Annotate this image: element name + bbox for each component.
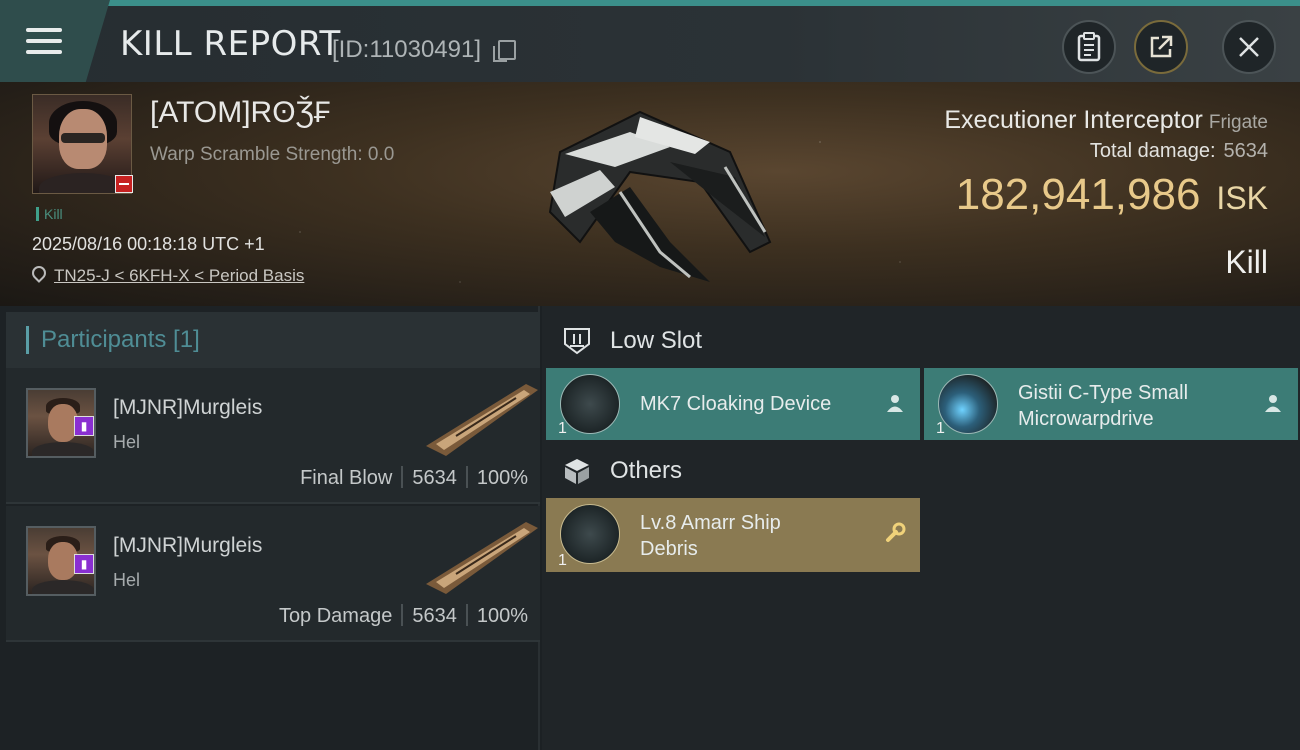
kill-tag: Kill xyxy=(36,206,63,222)
close-icon xyxy=(1239,37,1259,57)
participant-name: [MJNR]Murgleis xyxy=(113,396,263,419)
victim-ship-name: Executioner Interceptor Frigate xyxy=(944,106,1268,134)
report-id: [ID:11030491] xyxy=(332,36,482,63)
victim-name: [ATOM]RʘǮ₣ xyxy=(150,96,331,129)
item-name: Gistii C-Type Small Microwarpdrive xyxy=(1018,382,1189,430)
kill-datetime: 2025/08/16 00:18:18 UTC +1 xyxy=(32,234,265,254)
low-slot-header: Low Slot xyxy=(550,312,702,370)
item-quantity: 1 xyxy=(558,420,567,437)
pilot-icon[interactable] xyxy=(1262,392,1284,414)
clipboard-button[interactable] xyxy=(1062,20,1116,74)
hamburger-icon xyxy=(26,28,62,54)
wrench-icon[interactable] xyxy=(884,522,906,544)
participant-name: [MJNR]Murgleis xyxy=(113,534,263,557)
corp-badge-icon: ▮ xyxy=(74,416,94,436)
item-microwarpdrive[interactable]: 1 Gistii C-Type Small Microwarpdrive xyxy=(924,368,1298,440)
location-link[interactable]: TN25-J < 6KFH-X < Period Basis xyxy=(54,266,304,286)
participant-role: Final Blow xyxy=(300,467,393,489)
participant-ship-image xyxy=(426,384,538,456)
participant-damage: 5634 xyxy=(412,467,457,489)
item-thumbnail xyxy=(560,374,620,434)
pilot-icon[interactable] xyxy=(884,392,906,414)
item-name: MK7 Cloaking Device xyxy=(640,393,832,415)
fitting-panel: Low Slot 1 MK7 Cloaking Device 1 Gistii … xyxy=(542,306,1300,750)
menu-button[interactable] xyxy=(0,0,110,82)
participant-damage: 5634 xyxy=(412,605,457,627)
participant-ship-image xyxy=(426,522,538,594)
participant-stats: Top Damage 5634 100% xyxy=(279,604,528,628)
isk-value: 182,941,986 ISK xyxy=(955,170,1268,219)
participant-row[interactable]: ▮ [MJNR]Murgleis Hel Final Blow 5634 100% xyxy=(6,368,540,504)
victim-ship-image xyxy=(548,110,772,282)
warp-scramble-strength: Warp Scramble Strength: 0.0 xyxy=(150,144,395,165)
clipboard-icon xyxy=(1077,32,1101,62)
total-damage: Total damage: 5634 xyxy=(1089,140,1269,162)
item-thumbnail xyxy=(938,374,998,434)
hostile-status-icon xyxy=(115,175,133,193)
participant-stats: Final Blow 5634 100% xyxy=(300,466,528,490)
share-button[interactable] xyxy=(1134,20,1188,74)
result-label: Kill xyxy=(1225,244,1268,280)
cube-icon xyxy=(565,459,589,484)
ship-class: Frigate xyxy=(1208,112,1268,133)
participant-ship: Hel xyxy=(113,432,141,452)
total-damage-value: 5634 xyxy=(1223,140,1269,162)
close-button[interactable] xyxy=(1222,20,1276,74)
item-quantity: 1 xyxy=(936,420,945,437)
participants-header: Participants [1] xyxy=(6,312,540,368)
copy-icon[interactable] xyxy=(493,40,516,62)
participant-ship: Hel xyxy=(113,570,141,590)
page-title: KILL REPORT xyxy=(120,24,341,64)
item-thumbnail xyxy=(560,504,620,564)
participants-panel: Participants [1] ▮ [MJNR]Murgleis Hel Fi… xyxy=(0,306,540,750)
participant-role: Top Damage xyxy=(278,605,393,627)
share-icon xyxy=(1150,35,1173,58)
participant-row[interactable]: ▮ [MJNR]Murgleis Hel Top Damage 5634 100% xyxy=(6,506,540,642)
victim-banner: [ATOM]RʘǮ₣ Warp Scramble Strength: 0.0 K… xyxy=(0,82,1300,306)
item-name: Lv.8 Amarr Ship Debris xyxy=(640,512,781,560)
isk-unit: ISK xyxy=(1216,180,1268,216)
item-ship-debris[interactable]: 1 Lv.8 Amarr Ship Debris xyxy=(546,498,920,572)
others-header: Others xyxy=(550,442,682,500)
top-bar: KILL REPORT [ID:11030491] xyxy=(0,0,1300,82)
item-quantity: 1 xyxy=(558,552,567,569)
participant-percent: 100% xyxy=(476,467,528,489)
item-cloaking-device[interactable]: 1 MK7 Cloaking Device xyxy=(546,368,920,440)
corp-badge-icon: ▮ xyxy=(74,554,94,574)
participant-percent: 100% xyxy=(476,605,528,627)
low-slot-icon xyxy=(564,328,590,355)
